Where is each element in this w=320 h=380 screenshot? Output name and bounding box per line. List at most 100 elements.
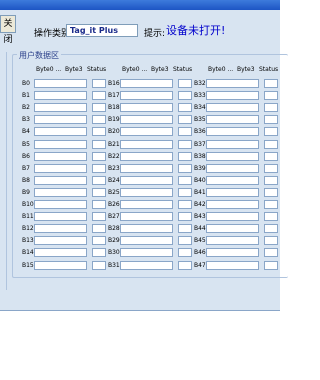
block-data-input[interactable] xyxy=(120,79,173,88)
block-status-input[interactable] xyxy=(92,187,106,197)
block-status-input[interactable] xyxy=(264,151,278,161)
block-status-input[interactable] xyxy=(92,236,106,246)
block-data-input[interactable] xyxy=(34,236,87,246)
block-status-input[interactable] xyxy=(178,151,192,161)
block-status-input[interactable] xyxy=(92,212,106,222)
block-status-input[interactable] xyxy=(264,115,278,125)
block-data-input[interactable] xyxy=(120,248,173,258)
block-data-input[interactable] xyxy=(206,127,259,137)
block-status-input[interactable] xyxy=(264,224,278,234)
block-status-input[interactable] xyxy=(92,127,106,137)
block-status-input[interactable] xyxy=(264,212,278,222)
block-status-input[interactable] xyxy=(178,115,192,125)
block-data-input[interactable] xyxy=(34,175,87,185)
block-status-input[interactable] xyxy=(178,127,192,137)
block-data-input[interactable] xyxy=(206,103,259,113)
block-data-input[interactable] xyxy=(206,212,259,222)
block-data-input[interactable] xyxy=(34,139,87,149)
block-data-input[interactable] xyxy=(34,127,87,137)
block-status-input[interactable] xyxy=(264,175,278,185)
block-data-input[interactable] xyxy=(206,260,259,270)
close-button[interactable]: 关闭 xyxy=(0,15,16,45)
block-data-input[interactable] xyxy=(34,91,87,101)
block-data-input[interactable] xyxy=(206,91,259,101)
block-data-input[interactable] xyxy=(206,224,259,234)
block-status-input[interactable] xyxy=(92,175,106,185)
block-data-input[interactable] xyxy=(120,200,173,209)
block-status-input[interactable] xyxy=(264,260,278,270)
block-data-input[interactable] xyxy=(206,175,259,185)
block-status-input[interactable] xyxy=(178,91,192,101)
block-data-input[interactable] xyxy=(120,187,173,197)
block-status-input[interactable] xyxy=(92,139,106,149)
block-status-input[interactable] xyxy=(264,236,278,246)
block-data-input[interactable] xyxy=(206,248,259,258)
block-data-input[interactable] xyxy=(34,79,87,88)
block-data-input[interactable] xyxy=(206,151,259,161)
block-data-input[interactable] xyxy=(120,163,173,173)
block-data-input[interactable] xyxy=(34,212,87,222)
block-data-input[interactable] xyxy=(206,79,259,88)
block-status-input[interactable] xyxy=(178,187,192,197)
block-data-input[interactable] xyxy=(120,103,173,113)
block-data-input[interactable] xyxy=(120,260,173,270)
block-data-input[interactable] xyxy=(120,212,173,222)
block-status-input[interactable] xyxy=(92,151,106,161)
block-data-input[interactable] xyxy=(120,224,173,234)
block-status-input[interactable] xyxy=(264,200,278,209)
block-label: B9 xyxy=(22,188,30,196)
block-status-input[interactable] xyxy=(178,79,192,88)
block-data-input[interactable] xyxy=(120,115,173,125)
block-data-input[interactable] xyxy=(34,103,87,113)
block-status-input[interactable] xyxy=(178,200,192,209)
block-data-input[interactable] xyxy=(206,187,259,197)
block-data-input[interactable] xyxy=(120,127,173,137)
block-status-input[interactable] xyxy=(92,79,106,88)
block-data-input[interactable] xyxy=(34,224,87,234)
block-data-input[interactable] xyxy=(206,163,259,173)
block-data-input[interactable] xyxy=(34,115,87,125)
block-data-input[interactable] xyxy=(34,200,87,209)
block-status-input[interactable] xyxy=(178,248,192,258)
block-data-input[interactable] xyxy=(206,115,259,125)
column-header-byte0: Byte0 ... xyxy=(208,66,234,73)
block-status-input[interactable] xyxy=(92,115,106,125)
block-data-input[interactable] xyxy=(34,248,87,258)
block-status-input[interactable] xyxy=(178,260,192,270)
block-status-input[interactable] xyxy=(178,224,192,234)
block-status-input[interactable] xyxy=(264,187,278,197)
block-status-input[interactable] xyxy=(264,248,278,258)
block-data-input[interactable] xyxy=(34,260,87,270)
block-status-input[interactable] xyxy=(178,139,192,149)
block-label: B35 xyxy=(194,116,206,124)
block-status-input[interactable] xyxy=(178,236,192,246)
block-data-input[interactable] xyxy=(34,163,87,173)
block-data-input[interactable] xyxy=(120,151,173,161)
block-status-input[interactable] xyxy=(92,103,106,113)
block-status-input[interactable] xyxy=(92,91,106,101)
block-status-input[interactable] xyxy=(264,91,278,101)
block-status-input[interactable] xyxy=(178,103,192,113)
block-status-input[interactable] xyxy=(178,212,192,222)
block-data-input[interactable] xyxy=(120,139,173,149)
block-status-input[interactable] xyxy=(92,200,106,209)
block-status-input[interactable] xyxy=(264,127,278,137)
block-data-input[interactable] xyxy=(34,151,87,161)
block-data-input[interactable] xyxy=(120,236,173,246)
block-data-input[interactable] xyxy=(206,139,259,149)
block-status-input[interactable] xyxy=(264,79,278,88)
block-status-input[interactable] xyxy=(92,248,106,258)
block-status-input[interactable] xyxy=(92,224,106,234)
block-status-input[interactable] xyxy=(264,103,278,113)
block-status-input[interactable] xyxy=(264,139,278,149)
block-data-input[interactable] xyxy=(206,236,259,246)
block-status-input[interactable] xyxy=(264,163,278,173)
block-data-input[interactable] xyxy=(34,187,87,197)
block-status-input[interactable] xyxy=(92,163,106,173)
block-status-input[interactable] xyxy=(178,175,192,185)
block-status-input[interactable] xyxy=(178,163,192,173)
block-data-input[interactable] xyxy=(206,200,259,209)
block-data-input[interactable] xyxy=(120,175,173,185)
block-data-input[interactable] xyxy=(120,91,173,101)
block-status-input[interactable] xyxy=(92,260,106,270)
